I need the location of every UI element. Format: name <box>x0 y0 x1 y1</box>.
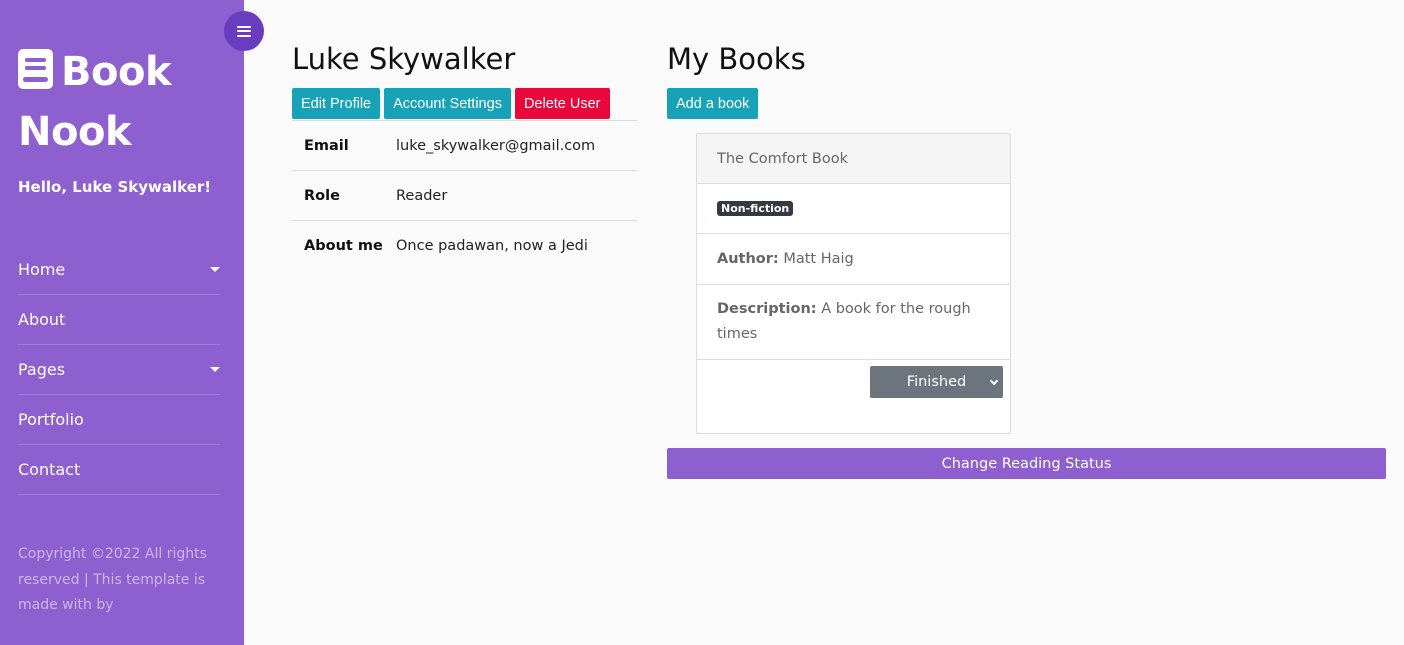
book-genre-row: Non-fiction <box>697 184 1010 234</box>
change-reading-status-button[interactable]: Change Reading Status <box>667 448 1386 479</box>
profile-actions: Edit Profile Account Settings Delete Use… <box>292 88 637 119</box>
caret-down-icon <box>210 267 220 272</box>
sidebar-item-label: Pages <box>18 360 66 379</box>
email-value: luke_skywalker@gmail.com <box>396 137 596 154</box>
books-section: My Books Add a book The Comfort Book Non… <box>667 40 1386 479</box>
account-settings-button[interactable]: Account Settings <box>384 88 511 119</box>
logo-text-line2: Nook <box>18 109 132 155</box>
sidebar-item-label: Portfolio <box>18 410 84 429</box>
genre-badge: Non-fiction <box>717 201 794 216</box>
field-label: Email <box>304 137 349 154</box>
sidebar-item-home[interactable]: Home <box>18 245 220 295</box>
book-description-row: Description: A book for the rough times <box>697 285 1010 360</box>
about-me-value: Once padawan, now a Jedi <box>396 237 588 254</box>
profile-section: Luke Skywalker Edit Profile Account Sett… <box>292 40 637 271</box>
reading-status-select[interactable]: Finished <box>870 366 1003 398</box>
sidebar-item-contact[interactable]: Contact <box>18 445 220 495</box>
author-value: Matt Haig <box>783 251 854 267</box>
sidebar-toggle-button[interactable] <box>224 11 264 51</box>
book-title: The Comfort Book <box>697 134 1010 184</box>
app-logo[interactable]: Book Nook <box>18 42 228 162</box>
delete-user-button[interactable]: Delete User <box>514 88 610 119</box>
sidebar: Book Nook Hello, Luke Skywalker! Home Ab… <box>0 0 244 645</box>
author-label: Author: <box>717 251 779 267</box>
add-book-button[interactable]: Add a book <box>667 88 759 119</box>
reading-status-value: Finished <box>906 374 967 390</box>
table-row: Email luke_skywalker@gmail.com <box>292 120 637 171</box>
profile-info-table: Email luke_skywalker@gmail.com Role Read… <box>292 120 637 271</box>
book-icon <box>18 49 53 89</box>
sidebar-item-label: Home <box>18 260 66 279</box>
chevron-down-icon <box>989 376 999 386</box>
sidebar-item-pages[interactable]: Pages <box>18 345 220 395</box>
description-label: Description: <box>717 301 817 317</box>
profile-name: Luke Skywalker <box>292 42 516 76</box>
table-row: Role Reader <box>292 170 637 221</box>
edit-profile-button[interactable]: Edit Profile <box>292 88 381 119</box>
menu-icon <box>237 25 251 37</box>
sidebar-nav: Home About Pages Portfolio Contact <box>18 245 220 495</box>
role-value: Reader <box>396 187 448 204</box>
books-title: My Books <box>667 42 806 76</box>
table-row: About me Once padawan, now a Jedi <box>292 220 637 271</box>
sidebar-item-label: About <box>18 310 66 329</box>
book-card: The Comfort Book Non-fiction Author: Mat… <box>696 133 1011 434</box>
sidebar-item-portfolio[interactable]: Portfolio <box>18 395 220 445</box>
book-card-footer: Finished <box>697 360 1010 433</box>
field-label: About me <box>304 237 383 254</box>
field-label: Role <box>304 187 340 204</box>
logo-text-line1: Book <box>61 49 172 95</box>
book-author-row: Author: Matt Haig <box>697 234 1010 285</box>
sidebar-item-about[interactable]: About <box>18 295 220 345</box>
caret-down-icon <box>210 367 220 372</box>
sidebar-item-label: Contact <box>18 460 81 479</box>
user-greeting: Hello, Luke Skywalker! <box>18 178 212 196</box>
sidebar-footer: Copyright ©2022 All rights reserved | Th… <box>18 546 207 613</box>
books-actions: Add a book <box>667 88 1386 119</box>
